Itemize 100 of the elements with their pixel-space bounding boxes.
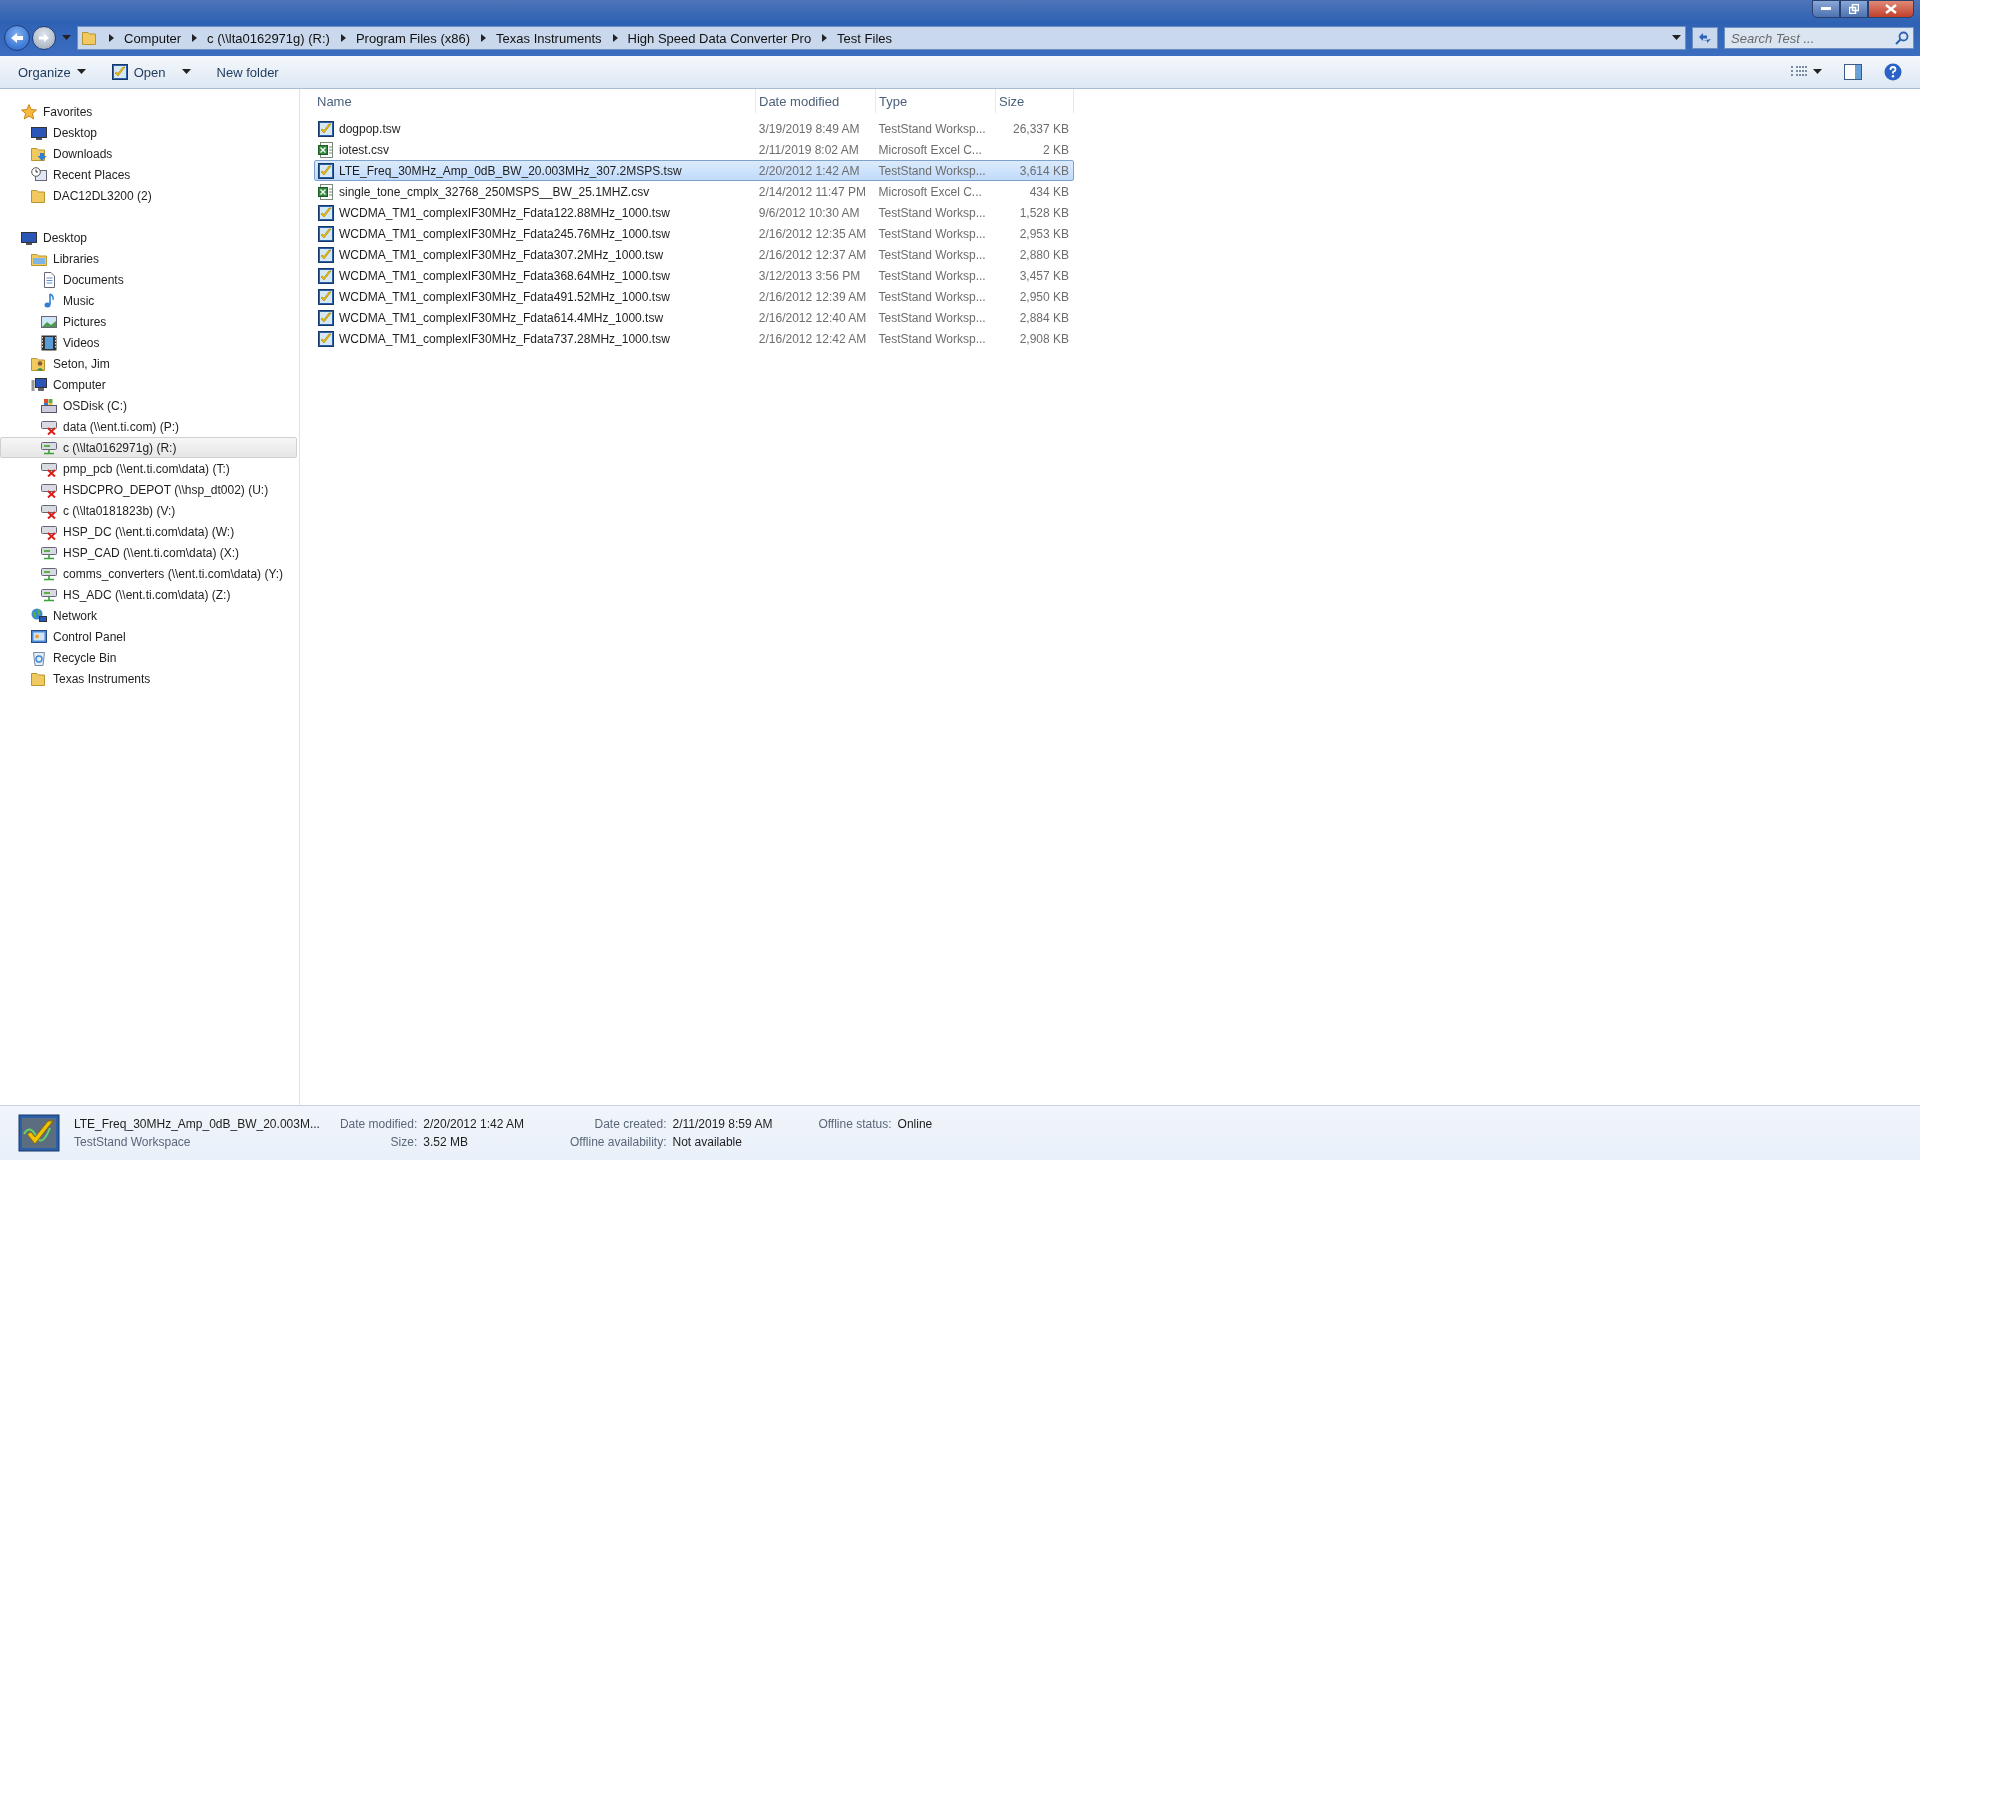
minimize-button[interactable] [1812,0,1840,18]
nav-item[interactable]: Music [0,290,297,311]
control-panel-icon [31,628,47,645]
toolbar-menu[interactable]: Organize [8,60,96,84]
film-strip-icon [41,334,57,351]
breadcrumb[interactable]: High Speed Data Converter Pro [627,30,812,46]
back-button[interactable] [4,25,30,51]
toolbar-button[interactable]: New folder [206,60,289,84]
nav-item[interactable]: Favorites [0,101,297,122]
breadcrumb[interactable]: Program Files (x86) [355,30,471,46]
search-field[interactable]: Search Test ... [1724,27,1914,49]
table-cell-text: TestStand Worksp... [877,310,987,325]
nav-item[interactable]: pmp_pcb (\\ent.ti.com\data) (T:) [0,458,297,479]
nav-item[interactable]: Libraries [0,248,297,269]
column-header[interactable]: Size [996,89,1074,113]
file-row[interactable]: WCDMA_TM1_complexIF30MHz_Fdata368.64MHz_1000.tsw 3/12/2013 3:56 PM TestStand Worksp... 3,457 KB [314,265,1074,286]
nav-item[interactable]: HSDCPRO_DEPOT (\\hsp_dt002) (U:) [0,479,297,500]
recent-places-icon [31,166,47,183]
file-name: WCDMA_TM1_complexIF30MHz_Fdata307.2MHz_1000.tsw [339,247,664,262]
monitor-icon [31,124,47,141]
file-name: dogpop.tsw [339,121,401,136]
file-row[interactable]: WCDMA_TM1_complexIF30MHz_Fdata122.88MHz_1000.tsw 9/6/2012 10:30 AM TestStand Worksp... 1,528 KB [314,202,1074,223]
file-name: LTE_Freq_30MHz_Amp_0dB_BW_20.003MHz_307.2MSPS.tsw [339,163,682,178]
nav-item[interactable]: Recycle Bin [0,647,297,668]
table-cell-text: 2/16/2012 12:35 AM [757,226,868,241]
field-label: Size: [389,1135,418,1149]
download-folder-icon [31,145,47,162]
nav-item[interactable]: Desktop [0,122,297,143]
breadcrumb[interactable]: Test Files [837,30,892,46]
nav-item[interactable]: OSDisk (C:) [0,395,297,416]
checkmark-file-icon [318,120,334,137]
checkmark-file-icon [18,1114,60,1152]
address-bar[interactable]: Computer c (\\lta0162971g) (R:) Program Files (x86) Texas Instruments High Speed Data Converter Pro Test Files [77,26,1686,50]
file-row[interactable]: WCDMA_TM1_complexIF30MHz_Fdata737.28MHz_1000.tsw 2/16/2012 12:42 AM TestStand Worksp... 2,908 KB [314,328,1074,349]
table-cell-text: TestStand Worksp... [877,331,987,346]
folder-icon [31,670,47,687]
table-cell-text: 2 KB [1042,142,1070,157]
refresh-button[interactable] [1692,27,1718,49]
nav-item[interactable]: HSP_CAD (\\ent.ti.com\data) (X:) [0,542,297,563]
search-icon [1895,31,1909,45]
close-button[interactable] [1868,0,1914,18]
nav-item[interactable]: HS_ADC (\\ent.ti.com\data) (Z:) [0,584,297,605]
table-cell-text: 2,953 KB [1018,226,1070,241]
table-cell-text: 2/16/2012 12:42 AM [757,331,868,346]
breadcrumb[interactable]: Texas Instruments [496,30,602,46]
nav-item[interactable]: Recent Places [0,164,297,185]
table-cell-text: 2/16/2012 12:40 AM [757,310,868,325]
table-cell-text: TestStand Worksp... [877,121,987,136]
nav-item[interactable]: Videos [0,332,297,353]
refresh-icon [1697,31,1713,45]
nav-item[interactable]: Pictures [0,311,297,332]
file-row[interactable]: WCDMA_TM1_complexIF30MHz_Fdata245.76MHz_1000.tsw 2/16/2012 12:35 AM TestStand Worksp... 2,953 KB [314,223,1074,244]
nav-item[interactable]: DAC12DL3200 (2) [0,185,297,206]
nav-item[interactable]: Downloads [0,143,297,164]
nav-item[interactable]: Control Panel [0,626,297,647]
nav-item[interactable]: c (\\lta0162971g) (R:) [0,437,297,458]
checkmark-file-icon [318,225,334,242]
file-row[interactable]: single_tone_cmplx_32768_250MSPS__BW_25.1MHZ.csv 2/14/2012 11:47 PM Microsoft Excel C... 434 KB [314,181,1074,202]
spreadsheet-file-icon [318,141,334,158]
nav-item[interactable]: Documents [0,269,297,290]
open-menu[interactable]: Open [101,60,201,84]
file-name: WCDMA_TM1_complexIF30MHz_Fdata614.4MHz_1000.tsw [339,310,664,325]
caret-icon [1813,69,1822,75]
table-cell-text: 3,457 KB [1018,268,1070,283]
file-name: WCDMA_TM1_complexIF30MHz_Fdata491.52MHz_1000.tsw [339,289,670,304]
nav-item[interactable]: c (\\lta0181823b) (V:) [0,500,297,521]
file-row[interactable]: dogpop.tsw 3/19/2019 8:49 AM TestStand Worksp... 26,337 KB [314,118,1074,139]
file-row[interactable]: iotest.csv 2/11/2019 8:02 AM Microsoft Excel C... 2 KB [314,139,1074,160]
nav-item[interactable]: Network [0,605,297,626]
column-header[interactable]: Type [876,89,996,113]
minimize-icon [1821,7,1831,11]
nav-item[interactable]: HSP_DC (\\ent.ti.com\data) (W:) [0,521,297,542]
nav-item[interactable]: Computer [0,374,297,395]
file-name: WCDMA_TM1_complexIF30MHz_Fdata245.76MHz_1000.tsw [339,226,670,241]
nav-item[interactable]: Texas Instruments [0,668,297,689]
file-row[interactable]: WCDMA_TM1_complexIF30MHz_Fdata307.2MHz_1000.tsw 2/16/2012 12:37 AM TestStand Worksp... 2,880 KB [314,244,1074,265]
folder-icon [82,30,98,46]
list-view-icon [1791,66,1807,78]
nav-item[interactable]: Seton, Jim [0,353,297,374]
checkmark-file-icon [318,162,334,179]
breadcrumb[interactable]: c (\\lta0162971g) (R:) [207,30,330,46]
search-input[interactable]: Search Test ... [1729,29,1895,47]
column-header[interactable]: Date modified [756,89,876,113]
file-name: iotest.csv [339,142,389,157]
dropdown-caret-icon [1672,35,1681,41]
breadcrumb[interactable]: Computer [124,30,182,46]
table-cell-text: Microsoft Excel C... [877,184,983,199]
file-row[interactable]: LTE_Freq_30MHz_Amp_0dB_BW_20.003MHz_307.2MSPS.tsw 2/20/2012 1:42 AM TestStand Worksp... 3,614 KB [314,160,1074,181]
file-name: single_tone_cmplx_32768_250MSPS__BW_25.1MHZ.csv [339,184,650,199]
column-header[interactable]: Name [314,89,756,113]
restore-button[interactable] [1840,0,1868,18]
table-cell-text: 2/16/2012 12:37 AM [757,247,868,262]
file-row[interactable]: WCDMA_TM1_complexIF30MHz_Fdata614.4MHz_1000.tsw 2/16/2012 12:40 AM TestStand Worksp... 2,884 KB [314,307,1074,328]
file-row[interactable]: WCDMA_TM1_complexIF30MHz_Fdata491.52MHz_1000.tsw 2/16/2012 12:39 AM TestStand Worksp... 2,950 KB [314,286,1074,307]
forward-button[interactable] [32,26,56,50]
nav-item[interactable]: data (\\ent.ti.com) (P:) [0,416,297,437]
computer-icon [31,376,47,393]
nav-item[interactable]: Desktop [0,227,297,248]
user-folder-icon [31,355,47,372]
nav-item[interactable]: comms_converters (\\ent.ti.com\data) (Y:) [0,563,297,584]
